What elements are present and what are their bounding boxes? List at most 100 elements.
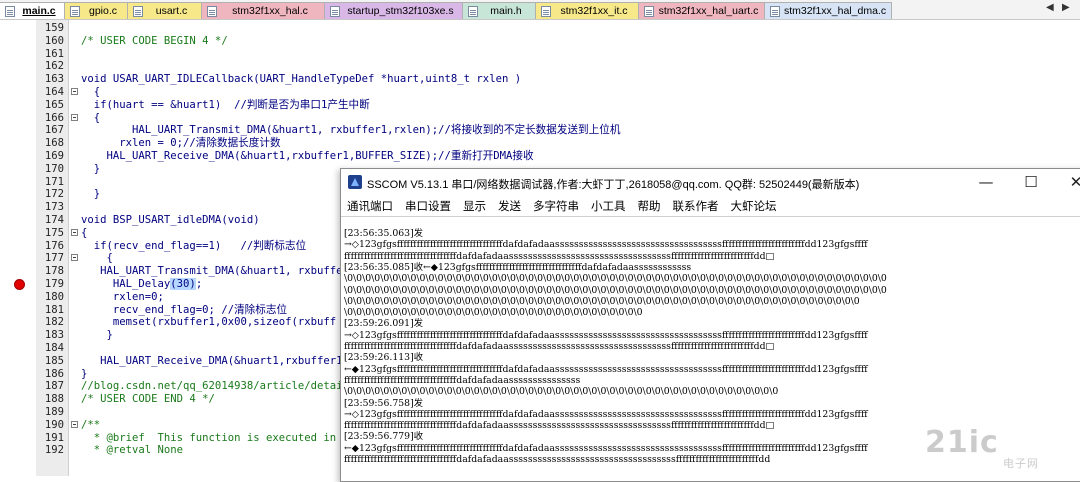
line-number: 172: [44, 188, 64, 201]
receive-line: →◇123gfgsfffffffffffffffffffffffffffffff…: [344, 239, 868, 251]
sscom-title-bar[interactable]: SSCOM V5.13.1 串口/网络数据调试器,作者:大虾丁丁,2618058…: [341, 169, 1080, 196]
code-line[interactable]: 160 /* USER CODE BEGIN 4 */: [0, 35, 1080, 48]
file-icon: [5, 6, 15, 17]
fold-toggle-icon[interactable]: [71, 88, 78, 95]
code-line[interactable]: 161: [0, 48, 1080, 61]
fold-toggle-icon[interactable]: [71, 420, 78, 428]
tab-label: usart.c: [155, 5, 188, 17]
minimize-button[interactable]: —: [969, 171, 1003, 193]
code-text: void USAR_UART_IDLECallback(UART_HandleT…: [81, 73, 522, 86]
line-number: 181: [44, 303, 64, 316]
menu-item[interactable]: 串口设置: [399, 198, 457, 214]
fold-toggle-icon[interactable]: [71, 228, 78, 236]
maximize-button[interactable]: ☐: [1014, 171, 1048, 193]
code-text: void BSP_USART_idleDMA(void): [81, 214, 260, 226]
line-number: 182: [44, 316, 64, 329]
file-tab-bar: main.c gpio.c usart.c stm32f1xx_hal.c startu…: [0, 0, 1080, 20]
code-line[interactable]: 165 if(huart == &huart1) //判断是否为串口1产生中断: [0, 99, 1080, 112]
line-number: 188: [44, 393, 64, 406]
watermark-sub: 电子网: [1003, 457, 1039, 470]
tab-stm32f1xx-hal-c[interactable]: stm32f1xx_hal.c: [202, 2, 325, 19]
receive-line: [23:56:35.063]发: [344, 228, 424, 239]
receive-line: ffffffffffffffffffffffffffffffffffdafdaf…: [344, 250, 775, 262]
receive-line: →◇123gfgsfffffffffffffffffffffffffffffff…: [344, 408, 868, 420]
menu-item[interactable]: 帮助: [632, 198, 667, 214]
file-icon: [330, 6, 340, 17]
receive-line: →◇123gfgsfffffffffffffffffffffffffffffff…: [344, 329, 868, 341]
code-line[interactable]: 166 {: [0, 112, 1080, 125]
code-text: /**: [81, 418, 101, 431]
tab-label: stm32f1xx_hal.c: [232, 5, 308, 17]
menu-item[interactable]: 小工具: [585, 198, 632, 214]
receive-line: \0\0\0\0\0\0\0\0\0\0\0\0\0\0\0\0\0\0\0\0…: [344, 284, 887, 296]
fold-toggle-icon[interactable]: [71, 113, 78, 121]
code-text: HAL_UART_Receive_DMA(&huart1,rxbuffer1,B…: [81, 354, 362, 367]
code-text: HAL_Delay(30);: [81, 278, 203, 290]
code-line[interactable]: 162: [0, 60, 1080, 73]
code-text: HAL_UART_Receive_DMA(&huart1,rxbuffer1,B…: [81, 150, 534, 162]
line-number: 162: [44, 60, 64, 73]
receive-line: \0\0\0\0\0\0\0\0\0\0\0\0\0\0\0\0\0\0\0\0…: [344, 307, 643, 319]
tab-startup-stm32f103xe-s[interactable]: startup_stm32f103xe.s: [325, 2, 463, 19]
code-line[interactable]: 163 void USAR_UART_IDLECallback(UART_Hand…: [0, 73, 1080, 86]
receive-line: [23:59:56.779]收: [344, 431, 424, 443]
code-text: {: [81, 252, 113, 265]
sscom-menu-bar: 通讯端口 串口设置 显示 发送 多字符串 小工具 帮助 联系作者 大虾论坛: [341, 196, 1080, 217]
tab-main-h[interactable]: main.h: [463, 2, 536, 19]
menu-item[interactable]: 显示: [457, 198, 492, 214]
code-text: * @retval None: [81, 444, 184, 457]
code-text: HAL_UART_Transmit_DMA(&huart1, rxbuffer1…: [81, 124, 621, 137]
code-line[interactable]: 169 HAL_UART_Receive_DMA(&huart1,rxbuffe…: [0, 150, 1080, 163]
line-number: 185: [44, 354, 64, 367]
code-text: }: [81, 162, 101, 175]
matched-bracket-highlight: (30): [170, 278, 196, 290]
line-number: 175: [44, 226, 64, 239]
line-number: 165: [44, 98, 64, 111]
menu-item[interactable]: 通讯端口: [341, 198, 399, 214]
fold-toggle-icon[interactable]: [71, 254, 78, 262]
code-text: {: [81, 111, 101, 124]
tab-gpio-c[interactable]: gpio.c: [65, 2, 128, 19]
file-icon: [207, 6, 217, 17]
code-text: if(recv_end_flag==1) //判断标志位: [81, 239, 307, 252]
tab-label: main.c: [22, 5, 56, 17]
close-button[interactable]: ✕: [1059, 171, 1080, 193]
code-line[interactable]: 168 rxlen = 0;//清除数据长度计数: [0, 137, 1080, 150]
code-text: }: [81, 188, 101, 201]
receive-line: ffffffffffffffffffffffffffffffffffdafdaf…: [344, 420, 775, 432]
tab-scroll-right-icon[interactable]: ▶: [1062, 2, 1070, 13]
tab-scroll-left-icon[interactable]: ◀: [1046, 2, 1054, 13]
menu-item[interactable]: 联系作者: [667, 198, 725, 214]
code-text: rxlen = 0;//清除数据长度计数: [81, 137, 281, 150]
code-text: //blog.csdn.net/qq_62014938/article/deta…: [81, 380, 343, 393]
file-icon: [644, 6, 654, 17]
tab-label: gpio.c: [88, 5, 118, 17]
menu-item[interactable]: 发送: [492, 198, 527, 214]
code-line[interactable]: 167 HAL_UART_Transmit_DMA(&huart1, rxbuf…: [0, 124, 1080, 137]
code-line[interactable]: 159: [0, 22, 1080, 35]
line-number: 176: [44, 239, 64, 252]
tab-stm32f1xx-hal-dma-c[interactable]: stm32f1xx_hal_dma.c: [765, 2, 892, 19]
code-text: }: [81, 367, 88, 380]
line-number: 159: [44, 22, 64, 34]
line-number: 173: [44, 201, 64, 214]
line-number: 177: [44, 252, 64, 265]
code-text: rxlen=0;: [81, 290, 164, 303]
menu-item[interactable]: 大虾论坛: [725, 198, 783, 214]
sscom-app-icon: [348, 175, 362, 189]
tab-stm32f1xx-it-c[interactable]: stm32f1xx_it.c: [536, 2, 639, 19]
line-number: 160: [44, 34, 64, 47]
code-text: {: [81, 226, 88, 239]
line-number: 179: [44, 278, 64, 290]
menu-item[interactable]: 多字符串: [527, 198, 585, 214]
tab-label: stm32f1xx_it.c: [560, 5, 628, 17]
code-text: memset(rxbuffer1,0x00,sizeof(rxbuff: [81, 316, 337, 329]
code-line[interactable]: 164 {: [0, 86, 1080, 99]
tab-main-c[interactable]: main.c: [0, 2, 65, 19]
receive-line: \0\0\0\0\0\0\0\0\0\0\0\0\0\0\0\0\0\0\0\0…: [344, 386, 779, 398]
tab-usart-c[interactable]: usart.c: [128, 2, 202, 19]
code-text: /* USER CODE BEGIN 4 */: [81, 34, 228, 47]
breakpoint-icon[interactable]: [14, 279, 25, 290]
tab-stm32f1xx-hal-uart-c[interactable]: stm32f1xx_hal_uart.c: [639, 2, 765, 19]
line-number: 171: [44, 175, 64, 188]
